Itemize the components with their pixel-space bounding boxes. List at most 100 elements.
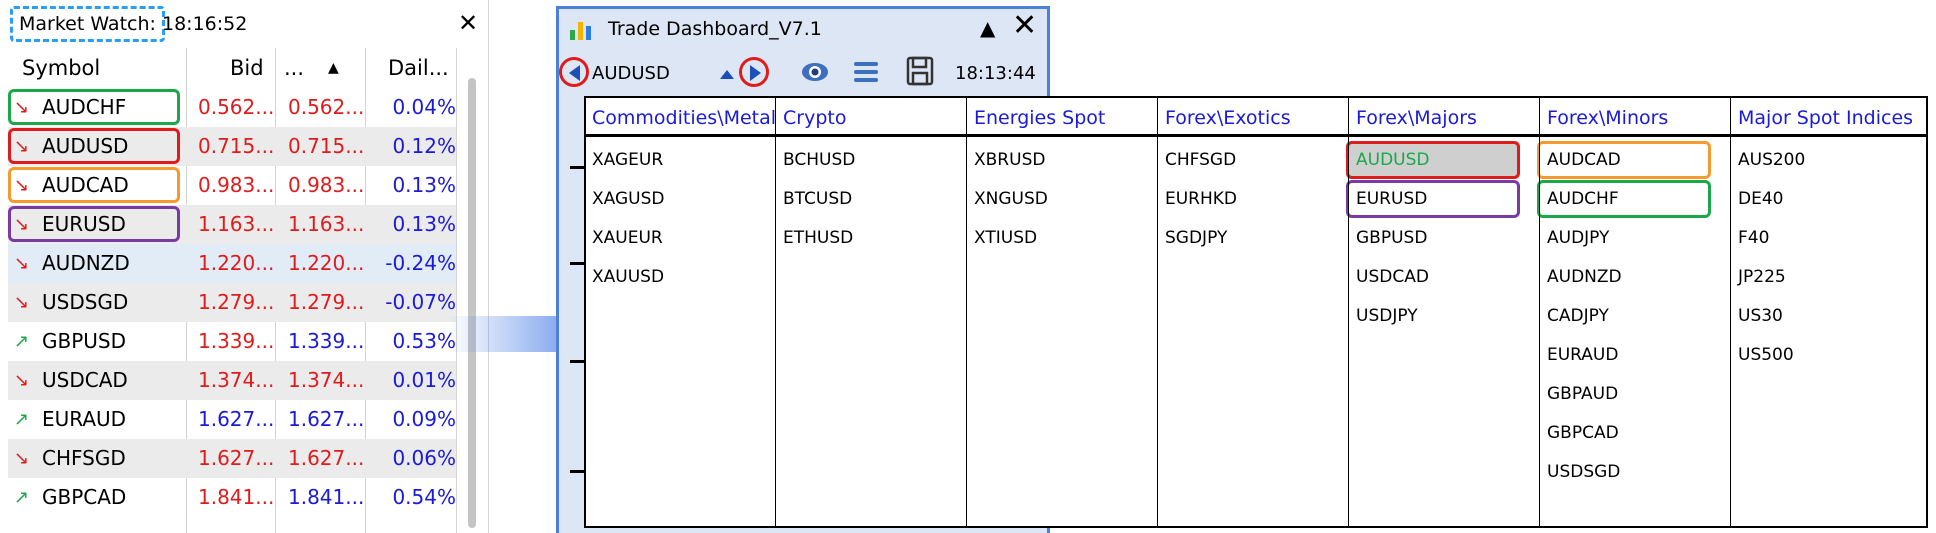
symbol-cell: USDCAD — [42, 368, 128, 392]
bid-cell: 1.163... — [198, 212, 275, 236]
close-icon[interactable]: ✕ — [1012, 8, 1037, 43]
symbol-item[interactable]: XAGUSD — [592, 181, 664, 217]
symbol-item[interactable]: GBPCAD — [1547, 415, 1619, 451]
category-header[interactable]: Forex\Majors — [1356, 98, 1539, 138]
table-row[interactable]: ↗ GBPCAD 1.841... 1.841... 0.54% — [8, 478, 456, 517]
symbol-item[interactable]: BTCUSD — [783, 181, 852, 217]
sort-up-icon: ▲ — [328, 60, 339, 76]
trend-down-icon: ↘ — [14, 253, 30, 274]
table-row[interactable]: ↘ AUDNZD 1.220... 1.220... -0.24% — [8, 244, 456, 283]
symbol-item[interactable]: AUDJPY — [1547, 220, 1609, 256]
symbol-item[interactable]: XNGUSD — [974, 181, 1048, 217]
ask-cell: 1.339... — [288, 329, 365, 353]
ask-cell: 1.220... — [288, 251, 365, 275]
symbol-item[interactable]: USDJPY — [1356, 298, 1418, 334]
symbol-item[interactable]: CADJPY — [1547, 298, 1609, 334]
symbol-highlight-box — [8, 167, 180, 203]
symbol-item[interactable]: US500 — [1738, 337, 1794, 373]
symbol-item[interactable]: DE40 — [1738, 181, 1783, 217]
symbol-item[interactable]: ETHUSD — [783, 220, 853, 256]
close-icon[interactable]: ✕ — [458, 6, 478, 40]
ask-cell: 1.374... — [288, 368, 365, 392]
current-symbol: AUDUSD — [592, 63, 670, 84]
symbol-item[interactable]: XBRUSD — [974, 142, 1045, 178]
symbol-highlight-box — [8, 206, 180, 242]
table-row[interactable]: ↗ GBPUSD 1.339... 1.339... 0.53% — [8, 322, 456, 361]
column-divider — [1539, 98, 1540, 526]
symbol-cell: EURAUD — [42, 407, 127, 431]
column-divider — [1348, 98, 1349, 526]
bid-cell: 1.627... — [198, 446, 275, 470]
save-icon[interactable] — [906, 56, 934, 86]
table-row[interactable]: ↘ AUDCAD 0.983... 0.983... 0.13% — [8, 166, 456, 205]
symbol-item[interactable]: GBPAUD — [1547, 376, 1618, 412]
symbol-item[interactable]: GBPUSD — [1356, 220, 1427, 256]
symbol-item[interactable]: XTIUSD — [974, 220, 1037, 256]
symbol-highlight-box — [1346, 180, 1520, 218]
symbol-item[interactable]: SGDJPY — [1165, 220, 1227, 256]
daily-change-cell: -0.24% — [385, 251, 456, 275]
column-header-symbol[interactable]: Symbol — [22, 48, 100, 88]
table-row[interactable]: ↘ AUDCHF 0.562... 0.562... 0.04% — [8, 88, 456, 127]
menu-icon[interactable] — [852, 58, 880, 86]
table-row[interactable]: ↘ AUDUSD 0.715... 0.715... 0.12% — [8, 127, 456, 166]
symbol-cell: CHFSGD — [42, 446, 126, 470]
ask-cell: 1.841... — [288, 485, 365, 509]
symbol-item[interactable]: XAUUSD — [592, 259, 664, 295]
symbol-item[interactable]: CHFSGD — [1165, 142, 1236, 178]
table-row[interactable]: ↘ CHFSGD 1.627... 1.627... 0.06% — [8, 439, 456, 478]
sort-arrow-icon[interactable] — [718, 66, 736, 80]
symbol-item[interactable]: F40 — [1738, 220, 1769, 256]
bid-cell: 0.983... — [198, 173, 275, 197]
ask-cell: 1.163... — [288, 212, 365, 236]
symbol-item[interactable]: JP225 — [1738, 259, 1786, 295]
category-header[interactable]: Forex\Minors — [1547, 98, 1730, 138]
column-divider — [1730, 98, 1731, 526]
daily-change-cell: 0.01% — [392, 368, 456, 392]
next-arrow-highlight — [739, 57, 769, 87]
column-divider — [966, 98, 967, 526]
daily-change-cell: -0.07% — [385, 290, 456, 314]
symbol-cell: AUDNZD — [42, 251, 130, 275]
category-header[interactable]: Forex\Exotics — [1165, 98, 1348, 138]
symbol-item[interactable]: EURHKD — [1165, 181, 1237, 217]
collapse-icon[interactable]: ▲ — [980, 16, 995, 40]
eye-icon[interactable] — [800, 58, 830, 86]
table-row[interactable]: ↘ USDCAD 1.374... 1.374... 0.01% — [8, 361, 456, 400]
daily-change-cell: 0.04% — [392, 95, 456, 119]
symbol-item[interactable]: XAUEUR — [592, 220, 663, 256]
symbol-item[interactable]: EURAUD — [1547, 337, 1618, 373]
column-header-daily[interactable]: Dail... — [388, 48, 449, 88]
bid-cell: 1.220... — [198, 251, 275, 275]
symbol-highlight-box — [1537, 141, 1711, 179]
symbol-cell: GBPCAD — [42, 485, 127, 509]
table-row[interactable]: ↗ EURAUD 1.627... 1.627... 0.09% — [8, 400, 456, 439]
category-column: Commodities\Metals XAGEUR XAGUSD XAUEUR XAUU… — [586, 98, 776, 526]
symbol-item[interactable]: BCHUSD — [783, 142, 855, 178]
category-column: Forex\Majors AUDUSD EURUSD GBPUSD USDCAD USDJ… — [1346, 98, 1540, 526]
category-header[interactable]: Crypto — [783, 98, 966, 138]
symbol-item[interactable]: AUDNZD — [1547, 259, 1622, 295]
symbol-item[interactable]: USDSGD — [1547, 454, 1620, 490]
category-header[interactable]: Commodities\Metals — [592, 98, 775, 138]
table-row[interactable]: ↘ EURUSD 1.163... 1.163... 0.13% — [8, 205, 456, 244]
prev-arrow-highlight — [559, 57, 589, 87]
bid-cell: 1.374... — [198, 368, 275, 392]
trend-down-icon: ↘ — [14, 448, 30, 469]
symbol-highlight-box — [1537, 180, 1711, 218]
symbol-item[interactable]: US30 — [1738, 298, 1783, 334]
column-divider — [775, 98, 776, 526]
column-header-bid[interactable]: Bid — [230, 48, 264, 88]
category-header[interactable]: Energies Spot — [974, 98, 1157, 138]
symbol-item[interactable]: XAGEUR — [592, 142, 663, 178]
symbol-item[interactable]: USDCAD — [1356, 259, 1429, 295]
column-header-ask[interactable]: ... — [284, 48, 304, 88]
category-header[interactable]: Major Spot Indices — [1738, 98, 1921, 138]
symbol-cell: GBPUSD — [42, 329, 127, 353]
category-column: Forex\Exotics CHFSGD EURHKD SGDJPY — [1159, 98, 1349, 526]
symbol-highlight-box — [1346, 141, 1520, 179]
symbol-item[interactable]: AUS200 — [1738, 142, 1805, 178]
bid-cell: 0.715... — [198, 134, 275, 158]
market-watch-title: Market Watch: — [10, 6, 165, 42]
table-row[interactable]: ↘ USDSGD 1.279... 1.279... -0.07% — [8, 283, 456, 322]
